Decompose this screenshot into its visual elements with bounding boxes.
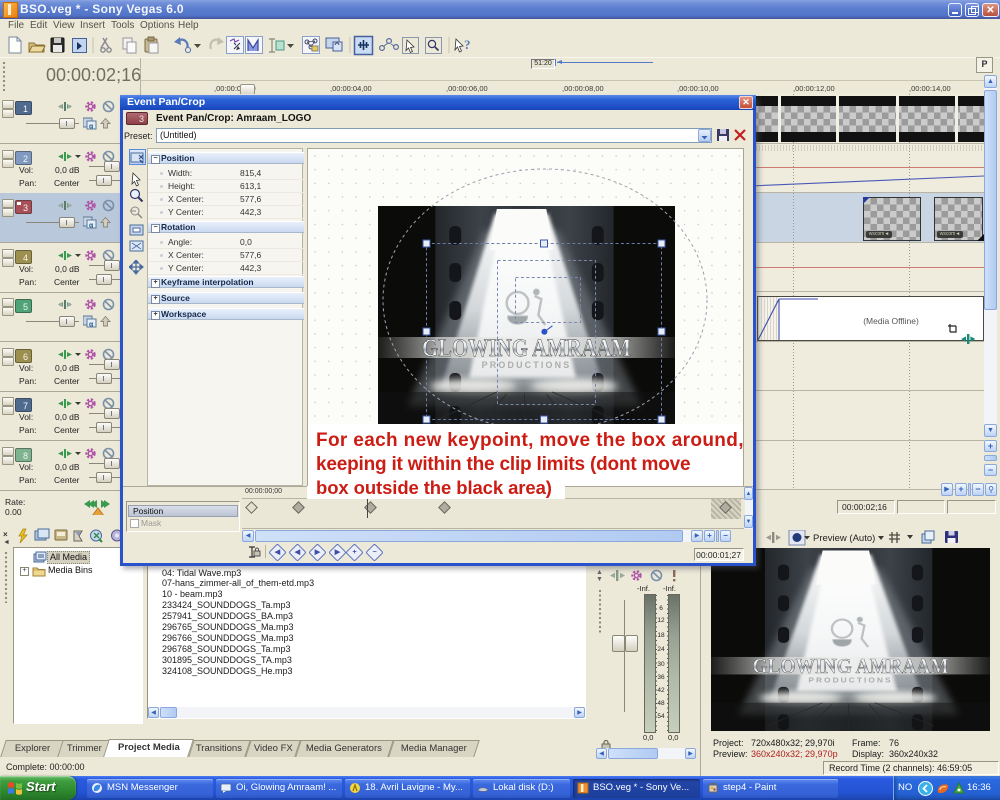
svg-text:?: ?	[464, 37, 471, 52]
